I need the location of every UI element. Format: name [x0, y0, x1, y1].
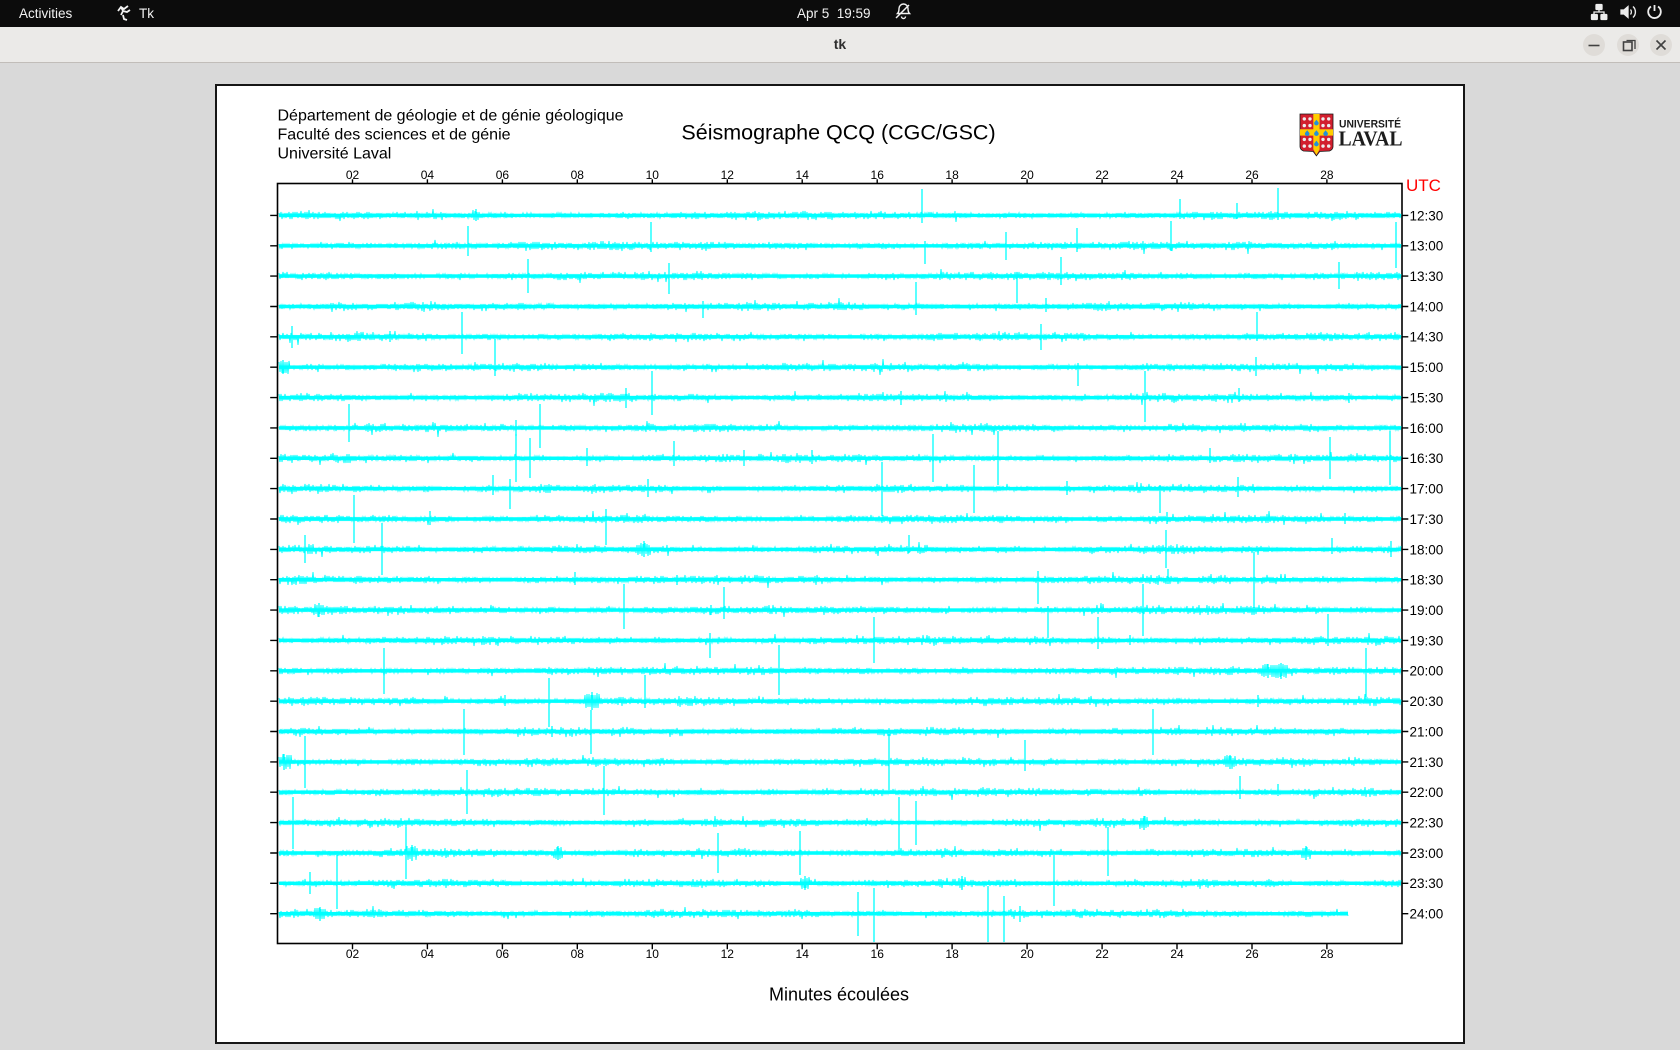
- svg-text:15:30: 15:30: [1410, 391, 1444, 406]
- svg-text:UTC: UTC: [1406, 176, 1441, 195]
- svg-text:22:30: 22:30: [1410, 816, 1444, 831]
- svg-text:16: 16: [871, 168, 885, 182]
- svg-text:02: 02: [346, 168, 360, 182]
- svg-text:13:30: 13:30: [1410, 269, 1444, 284]
- svg-text:20: 20: [1020, 168, 1034, 182]
- svg-text:14: 14: [796, 947, 810, 961]
- svg-text:Faculté des sciences et de gén: Faculté des sciences et de génie: [278, 127, 511, 144]
- svg-text:04: 04: [421, 947, 435, 961]
- svg-text:04: 04: [421, 168, 435, 182]
- svg-text:14: 14: [796, 168, 810, 182]
- svg-text:19:30: 19:30: [1410, 633, 1444, 648]
- svg-text:23:30: 23:30: [1410, 876, 1444, 891]
- svg-text:14:30: 14:30: [1410, 330, 1444, 345]
- svg-text:20:30: 20:30: [1410, 694, 1444, 709]
- svg-text:16: 16: [871, 947, 885, 961]
- svg-text:Département de géologie et de: Département de géologie et de génie géol…: [278, 108, 624, 125]
- svg-text:Université Laval: Université Laval: [278, 146, 392, 163]
- svg-text:20:00: 20:00: [1410, 664, 1444, 679]
- svg-text:18: 18: [945, 947, 959, 961]
- svg-text:15:00: 15:00: [1410, 360, 1444, 375]
- svg-text:24: 24: [1170, 168, 1184, 182]
- svg-text:14:00: 14:00: [1410, 299, 1444, 314]
- svg-text:13:00: 13:00: [1410, 239, 1444, 254]
- svg-text:12:30: 12:30: [1410, 208, 1444, 223]
- svg-text:26: 26: [1245, 947, 1259, 961]
- svg-text:12: 12: [721, 168, 735, 182]
- svg-text:24:00: 24:00: [1410, 907, 1444, 922]
- svg-text:19:00: 19:00: [1410, 603, 1444, 618]
- svg-text:06: 06: [496, 168, 510, 182]
- svg-text:12: 12: [721, 947, 735, 961]
- svg-text:02: 02: [346, 947, 360, 961]
- svg-text:18: 18: [945, 168, 959, 182]
- svg-text:06: 06: [496, 947, 510, 961]
- svg-text:21:30: 21:30: [1410, 755, 1444, 770]
- svg-text:Séismographe QCQ (CGC/GSC): Séismographe QCQ (CGC/GSC): [681, 121, 995, 145]
- svg-text:Minutes écoulées: Minutes écoulées: [769, 985, 909, 1005]
- svg-text:10: 10: [646, 947, 660, 961]
- svg-text:LAVAL: LAVAL: [1339, 126, 1403, 150]
- svg-text:22: 22: [1095, 947, 1109, 961]
- svg-text:22: 22: [1095, 168, 1109, 182]
- svg-text:23:00: 23:00: [1410, 846, 1444, 861]
- svg-text:17:30: 17:30: [1410, 512, 1444, 527]
- svg-text:16:00: 16:00: [1410, 421, 1444, 436]
- svg-text:10: 10: [646, 168, 660, 182]
- svg-text:28: 28: [1320, 168, 1334, 182]
- svg-text:17:00: 17:00: [1410, 482, 1444, 497]
- svg-text:20: 20: [1020, 947, 1034, 961]
- svg-text:18:00: 18:00: [1410, 542, 1444, 557]
- svg-text:22:00: 22:00: [1410, 785, 1444, 800]
- svg-text:28: 28: [1320, 947, 1334, 961]
- svg-text:21:00: 21:00: [1410, 724, 1444, 739]
- svg-text:16:30: 16:30: [1410, 451, 1444, 466]
- svg-text:24: 24: [1170, 947, 1184, 961]
- svg-text:18:30: 18:30: [1410, 573, 1444, 588]
- svg-text:08: 08: [571, 947, 585, 961]
- svg-text:26: 26: [1245, 168, 1259, 182]
- svg-text:08: 08: [571, 168, 585, 182]
